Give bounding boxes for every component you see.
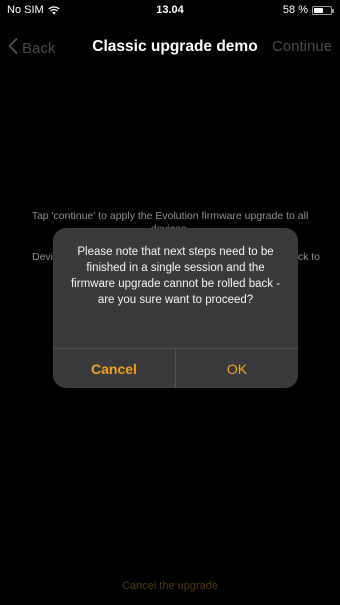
alert-message: Please note that next steps need to be f… [70, 246, 281, 306]
chevron-left-icon [8, 38, 18, 58]
devices-text-right: ck to [297, 251, 320, 263]
page-title: Classic upgrade demo [92, 38, 258, 55]
back-button[interactable]: Back [8, 38, 55, 58]
navigation-bar: Back Classic upgrade demo Continue [0, 26, 340, 66]
continue-button[interactable]: Continue [272, 38, 332, 55]
status-right: 58 % [282, 4, 334, 16]
alert-cancel-button[interactable]: Cancel [53, 349, 175, 388]
battery-icon [312, 5, 334, 15]
confirmation-alert: Please note that next steps need to be f… [53, 228, 298, 388]
alert-ok-button[interactable]: OK [176, 349, 298, 388]
screen: No SIM 13.04 58 % Back Classic upgrade d… [0, 0, 340, 605]
back-label: Back [22, 39, 56, 57]
battery-fill [314, 7, 324, 13]
devices-text-left: Devi [32, 251, 54, 263]
battery-percent: 58 % [282, 4, 308, 16]
cancel-upgrade-button[interactable]: Cancel the upgrade [0, 580, 340, 592]
status-bar: No SIM 13.04 58 % [0, 0, 340, 20]
